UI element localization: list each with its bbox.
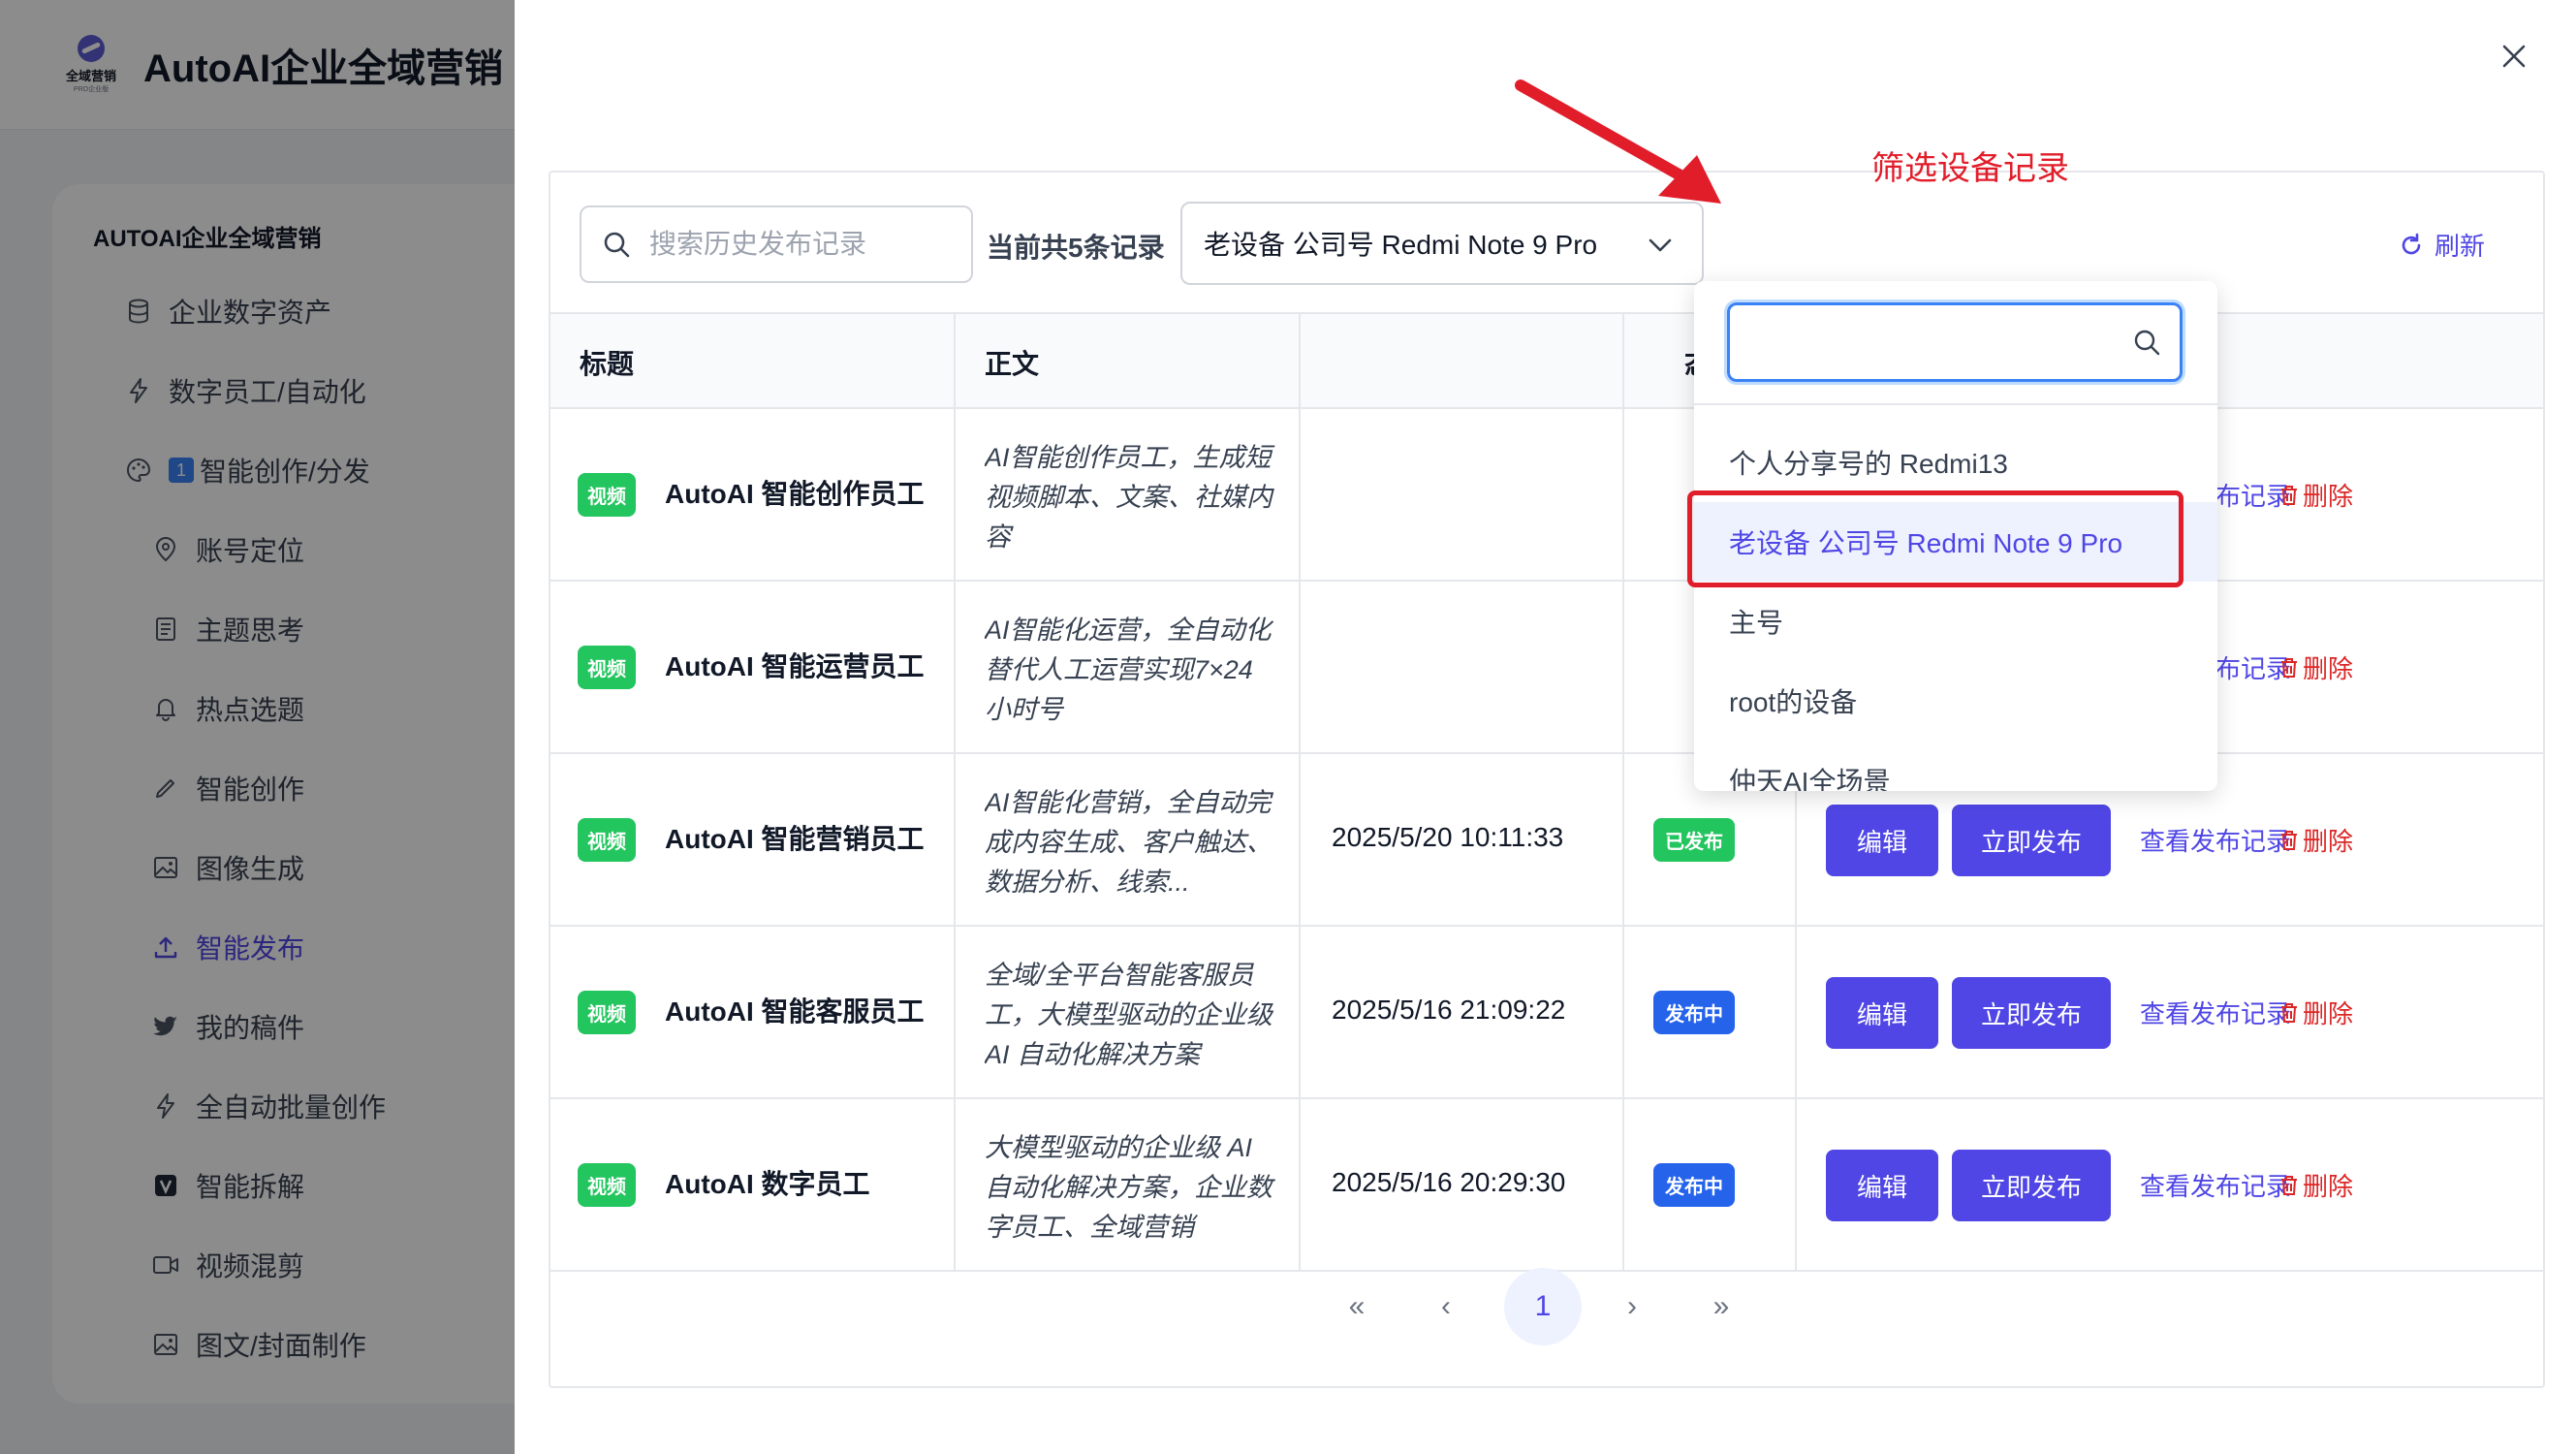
- search-icon: [2134, 330, 2160, 356]
- status-badge: 已发布: [1653, 818, 1735, 862]
- dropdown-option[interactable]: 仲天AI全场景: [1694, 741, 2217, 791]
- delete-label: 删除: [2303, 1172, 2354, 1201]
- row-time: 2025/5/20 10:11:33: [1332, 822, 1564, 852]
- trash-icon: [2281, 830, 2297, 850]
- row-title: AutoAI 智能营销员工: [665, 824, 925, 854]
- close-button[interactable]: [2495, 37, 2533, 76]
- table-header: 标题 正文 态 操作: [550, 312, 2543, 409]
- history-search-field[interactable]: [580, 205, 973, 283]
- type-tag: 视频: [578, 1163, 636, 1207]
- type-tag: 视频: [578, 473, 636, 517]
- prev-page-button[interactable]: ‹: [1407, 1268, 1485, 1345]
- trash-icon: [2281, 657, 2297, 678]
- row-body: AI智能化运营，全自动化替代人工运营实现7×24小时号: [985, 616, 1272, 724]
- publish-now-button[interactable]: 立即发布: [1952, 805, 2111, 876]
- view-records-link[interactable]: 查看发布记录: [2140, 995, 2291, 1030]
- edit-button[interactable]: 编辑: [1826, 1150, 1938, 1221]
- dropdown-search-input[interactable]: [1730, 305, 2118, 377]
- edit-button[interactable]: 编辑: [1826, 805, 1938, 876]
- publish-now-button[interactable]: 立即发布: [1952, 977, 2111, 1049]
- modal-overlay[interactable]: [0, 0, 515, 1454]
- refresh-label: 刷新: [2434, 232, 2485, 261]
- type-tag: 视频: [578, 991, 636, 1034]
- delete-link[interactable]: 删除: [2278, 649, 2353, 685]
- row-time: 2025/5/16 20:29:30: [1332, 1167, 1566, 1197]
- table-row: 视频 AutoAI 智能营销员工 AI智能化营销，全自动完成内容生成、客户触达、…: [550, 754, 2543, 927]
- first-page-button[interactable]: «: [1318, 1268, 1396, 1345]
- pagination: « ‹ 1 › »: [550, 1258, 2543, 1355]
- delete-link[interactable]: 删除: [2278, 477, 2353, 513]
- search-icon: [604, 232, 630, 258]
- record-count: 当前共5条记录: [987, 233, 1165, 263]
- delete-label: 删除: [2303, 654, 2354, 683]
- header-title: 标题: [580, 349, 635, 379]
- row-title: AutoAI 数字员工: [665, 1169, 870, 1199]
- status-badge: 发布中: [1653, 991, 1735, 1034]
- table-row: 视频 AutoAI 智能运营员工 AI智能化运营，全自动化替代人工运营实现7×2…: [550, 582, 2543, 754]
- annotation-arrow-icon: [1515, 79, 1721, 204]
- delete-link[interactable]: 删除: [2278, 1167, 2353, 1203]
- device-select-value: 老设备 公司号 Redmi Note 9 Pro: [1204, 230, 1598, 260]
- trash-icon: [2281, 1175, 2297, 1195]
- view-records-link[interactable]: 查看发布记录: [2140, 822, 2291, 858]
- history-search-input[interactable]: [649, 229, 940, 260]
- device-select[interactable]: 老设备 公司号 Redmi Note 9 Pro: [1180, 202, 1704, 285]
- next-page-button[interactable]: ›: [1593, 1268, 1671, 1345]
- row-body: 大模型驱动的企业级 AI 自动化解决方案，企业数字员工、全域营销: [985, 1133, 1272, 1242]
- chevron-down-icon: [1649, 238, 1672, 252]
- page-1-button[interactable]: 1: [1504, 1268, 1582, 1345]
- close-icon: [2502, 45, 2526, 68]
- trash-icon: [2281, 485, 2297, 505]
- table-row: 视频 AutoAI 智能客服员工 全域/全平台智能客服员工，大模型驱动的企业级 …: [550, 927, 2543, 1099]
- dropdown-option[interactable]: 主号: [1694, 582, 2217, 661]
- row-body: AI智能化营销，全自动完成内容生成、客户触达、数据分析、线索...: [985, 788, 1272, 897]
- row-body: 全域/全平台智能客服员工，大模型驱动的企业级 AI 自动化解决方案: [985, 961, 1272, 1069]
- edit-button[interactable]: 编辑: [1826, 977, 1938, 1049]
- table-row: 视频 AutoAI 智能创作员工 AI智能创作员工，生成短视频脚本、文案、社媒内…: [550, 409, 2543, 582]
- dropdown-search-field[interactable]: [1727, 302, 2183, 382]
- row-title: AutoAI 智能创作员工: [665, 479, 925, 509]
- row-body: AI智能创作员工，生成短视频脚本、文案、社媒内容: [985, 443, 1272, 552]
- delete-link[interactable]: 删除: [2278, 822, 2353, 858]
- type-tag: 视频: [578, 646, 636, 689]
- delete-label: 删除: [2303, 999, 2354, 1028]
- delete-label: 删除: [2303, 482, 2354, 511]
- refresh-icon: [2402, 233, 2421, 254]
- dropdown-option[interactable]: root的设备: [1694, 661, 2217, 741]
- annotation-label: 筛选设备记录: [1871, 150, 2069, 187]
- publish-history-drawer: 当前共5条记录 老设备 公司号 Redmi Note 9 Pro 刷新 标题 正…: [515, 0, 2576, 1454]
- row-title: AutoAI 智能运营员工: [665, 651, 925, 681]
- delete-label: 删除: [2303, 827, 2354, 856]
- publish-now-button[interactable]: 立即发布: [1952, 1150, 2111, 1221]
- refresh-button[interactable]: 刷新: [2398, 227, 2485, 263]
- trash-icon: [2281, 1002, 2297, 1023]
- history-panel: 当前共5条记录 老设备 公司号 Redmi Note 9 Pro 刷新 标题 正…: [549, 171, 2545, 1388]
- last-page-button[interactable]: »: [1682, 1268, 1760, 1345]
- view-records-link[interactable]: 查看发布记录: [2140, 1167, 2291, 1203]
- highlight-box: [1687, 490, 2183, 587]
- row-title: AutoAI 智能客服员工: [665, 996, 925, 1027]
- dropdown-divider: [1694, 403, 2217, 405]
- table-row: 视频 AutoAI 数字员工 大模型驱动的企业级 AI 自动化解决方案，企业数字…: [550, 1099, 2543, 1272]
- delete-link[interactable]: 删除: [2278, 995, 2353, 1030]
- row-time: 2025/5/16 21:09:22: [1332, 995, 1566, 1025]
- header-body: 正文: [985, 349, 1040, 379]
- type-tag: 视频: [578, 818, 636, 862]
- status-badge: 发布中: [1653, 1163, 1735, 1207]
